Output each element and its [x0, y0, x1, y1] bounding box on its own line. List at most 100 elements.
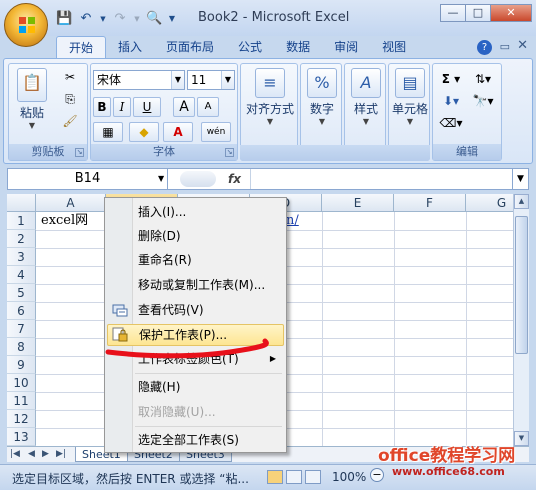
row-header-11[interactable]: 11	[7, 392, 36, 410]
next-sheet-icon[interactable]: ▶	[42, 449, 49, 459]
minimize-button[interactable]: —	[440, 4, 466, 22]
name-box[interactable]: B14	[8, 169, 168, 189]
row-header-12[interactable]: 12	[7, 410, 36, 428]
copy-icon[interactable]: ⎘	[59, 90, 81, 110]
font-color-icon: A	[173, 125, 183, 139]
cells-button[interactable]: ▤ 单元格 ▼	[389, 68, 431, 126]
normal-view-icon[interactable]	[267, 470, 283, 484]
fill-color-button[interactable]: ◆	[129, 122, 159, 142]
row-header-4[interactable]: 4	[7, 266, 36, 284]
underline-button[interactable]: U	[133, 97, 161, 117]
menu-separator	[135, 373, 282, 374]
format-painter-icon[interactable]: 🖌	[59, 112, 81, 132]
last-sheet-icon[interactable]: ▶|	[56, 449, 66, 459]
menu-item-insert[interactable]: 插入(I)...	[107, 201, 284, 223]
row-header-2[interactable]: 2	[7, 230, 36, 248]
italic-button[interactable]: I	[113, 97, 131, 117]
menu-item-protect-sheet[interactable]: 保护工作表(P)...	[107, 324, 284, 346]
menu-item-move-copy[interactable]: 移动或复制工作表(M)...	[107, 274, 284, 296]
column-header-e[interactable]: E	[322, 194, 394, 212]
row-header-7[interactable]: 7	[7, 320, 36, 338]
scroll-thumb[interactable]	[515, 216, 528, 354]
maximize-button[interactable]: □	[465, 4, 491, 22]
row-header-8[interactable]: 8	[7, 338, 36, 356]
menu-item-tab-color[interactable]: 工作表标签颜色(T) ▶	[107, 348, 284, 370]
zoom-level[interactable]: 100%	[332, 470, 366, 484]
row-header-5[interactable]: 5	[7, 284, 36, 302]
row-header-3[interactable]: 3	[7, 248, 36, 266]
row-header-1[interactable]: 1	[7, 212, 36, 230]
undo-icon[interactable]: ↶	[78, 11, 94, 27]
first-sheet-icon[interactable]: |◀	[10, 449, 20, 459]
font-size-combo[interactable]: 11 ▼	[187, 70, 235, 90]
column-header-a[interactable]: A	[36, 194, 106, 212]
tab-data[interactable]: 数据	[274, 36, 322, 59]
font-name-combo[interactable]: 宋体 ▼	[93, 70, 185, 90]
redo-icon[interactable]: ↷	[112, 11, 128, 27]
font-launcher-icon[interactable]: ↘	[225, 148, 234, 157]
row-header-9[interactable]: 9	[7, 356, 36, 374]
menu-item-rename[interactable]: 重命名(R)	[107, 249, 284, 271]
autosum-button[interactable]: Σ ▾	[437, 70, 465, 90]
customize-qat-icon[interactable]: ▼	[168, 11, 176, 27]
font-color-button[interactable]: A	[163, 122, 193, 142]
insert-function-icon[interactable]: fx	[228, 169, 241, 189]
grow-font-button[interactable]: A	[173, 97, 195, 117]
menu-item-hide[interactable]: 隐藏(H)	[107, 376, 284, 398]
workbook-close-icon[interactable]: ✕	[517, 38, 528, 53]
formula-input[interactable]	[250, 169, 510, 189]
alignment-button[interactable]: ≡ 对齐方式 ▼	[243, 68, 297, 126]
menu-item-delete[interactable]: 删除(D)	[107, 225, 284, 247]
redo-dropdown-icon[interactable]: ▼	[134, 11, 140, 27]
vertical-scrollbar[interactable]: ▲ ▼	[513, 194, 529, 446]
page-layout-view-icon[interactable]	[286, 470, 302, 484]
tab-home[interactable]: 开始	[56, 36, 107, 59]
column-header-f[interactable]: F	[394, 194, 466, 212]
cut-icon[interactable]: ✂	[59, 68, 81, 88]
alignment-label: 对齐方式	[245, 102, 294, 116]
tab-page-layout[interactable]: 页面布局	[154, 36, 226, 59]
sort-filter-button[interactable]: ⇅▾	[469, 70, 497, 90]
clipboard-launcher-icon[interactable]: ↘	[75, 148, 84, 157]
page-break-view-icon[interactable]	[305, 470, 321, 484]
fill-button[interactable]: ⬇▾	[437, 92, 465, 112]
undo-dropdown-icon[interactable]: ▼	[100, 11, 106, 27]
find-select-button[interactable]: 🔭▾	[469, 92, 497, 112]
save-icon[interactable]: 💾	[56, 11, 72, 27]
column-header-g[interactable]: G	[466, 194, 513, 212]
zoom-out-icon[interactable]: −	[370, 468, 384, 482]
font-name-value: 宋体	[97, 73, 122, 87]
alignment-number-styles-cells-footer	[240, 145, 430, 161]
expand-formula-bar-icon[interactable]: ▼	[512, 169, 528, 189]
row-header-13[interactable]: 13	[7, 428, 36, 446]
menu-item-view-code[interactable]: 查看代码(V)	[107, 299, 284, 321]
name-box-dropdown-icon[interactable]: ▼	[158, 174, 164, 183]
number-button[interactable]: % 数字 ▼	[303, 68, 341, 126]
phonetic-button[interactable]: wén	[201, 122, 231, 142]
scroll-up-icon[interactable]: ▲	[514, 194, 529, 209]
row-header-6[interactable]: 6	[7, 302, 36, 320]
tab-review[interactable]: 审阅	[322, 36, 370, 59]
help-icon[interactable]: ?	[477, 40, 492, 55]
row-header-10[interactable]: 10	[7, 374, 36, 392]
menu-item-select-all-sheets[interactable]: 选定全部工作表(S)	[107, 429, 284, 451]
workbook-minimize-icon[interactable]: ▭	[500, 40, 510, 53]
clear-button[interactable]: ⌫▾	[437, 114, 465, 134]
borders-button[interactable]: ▦	[93, 122, 123, 142]
office-button[interactable]	[4, 3, 48, 47]
styles-button[interactable]: A 样式 ▼	[347, 68, 385, 126]
tab-insert[interactable]: 插入	[106, 36, 154, 59]
cell-a1[interactable]: excel网	[41, 212, 88, 230]
formula-bar-splitter[interactable]	[180, 171, 216, 187]
print-preview-icon[interactable]: 🔍	[146, 11, 162, 27]
cell-d1[interactable]: n/	[286, 212, 299, 230]
tab-view[interactable]: 视图	[370, 36, 418, 59]
select-all-corner[interactable]	[7, 194, 36, 212]
paste-button[interactable]: 📋 粘贴 ▼	[13, 68, 51, 130]
close-button[interactable]: ✕	[490, 4, 532, 22]
bold-button[interactable]: B	[93, 97, 111, 117]
prev-sheet-icon[interactable]: ◀	[28, 449, 35, 459]
tab-formulas[interactable]: 公式	[226, 36, 274, 59]
scroll-down-icon[interactable]: ▼	[514, 431, 529, 446]
shrink-font-button[interactable]: A	[197, 97, 219, 117]
